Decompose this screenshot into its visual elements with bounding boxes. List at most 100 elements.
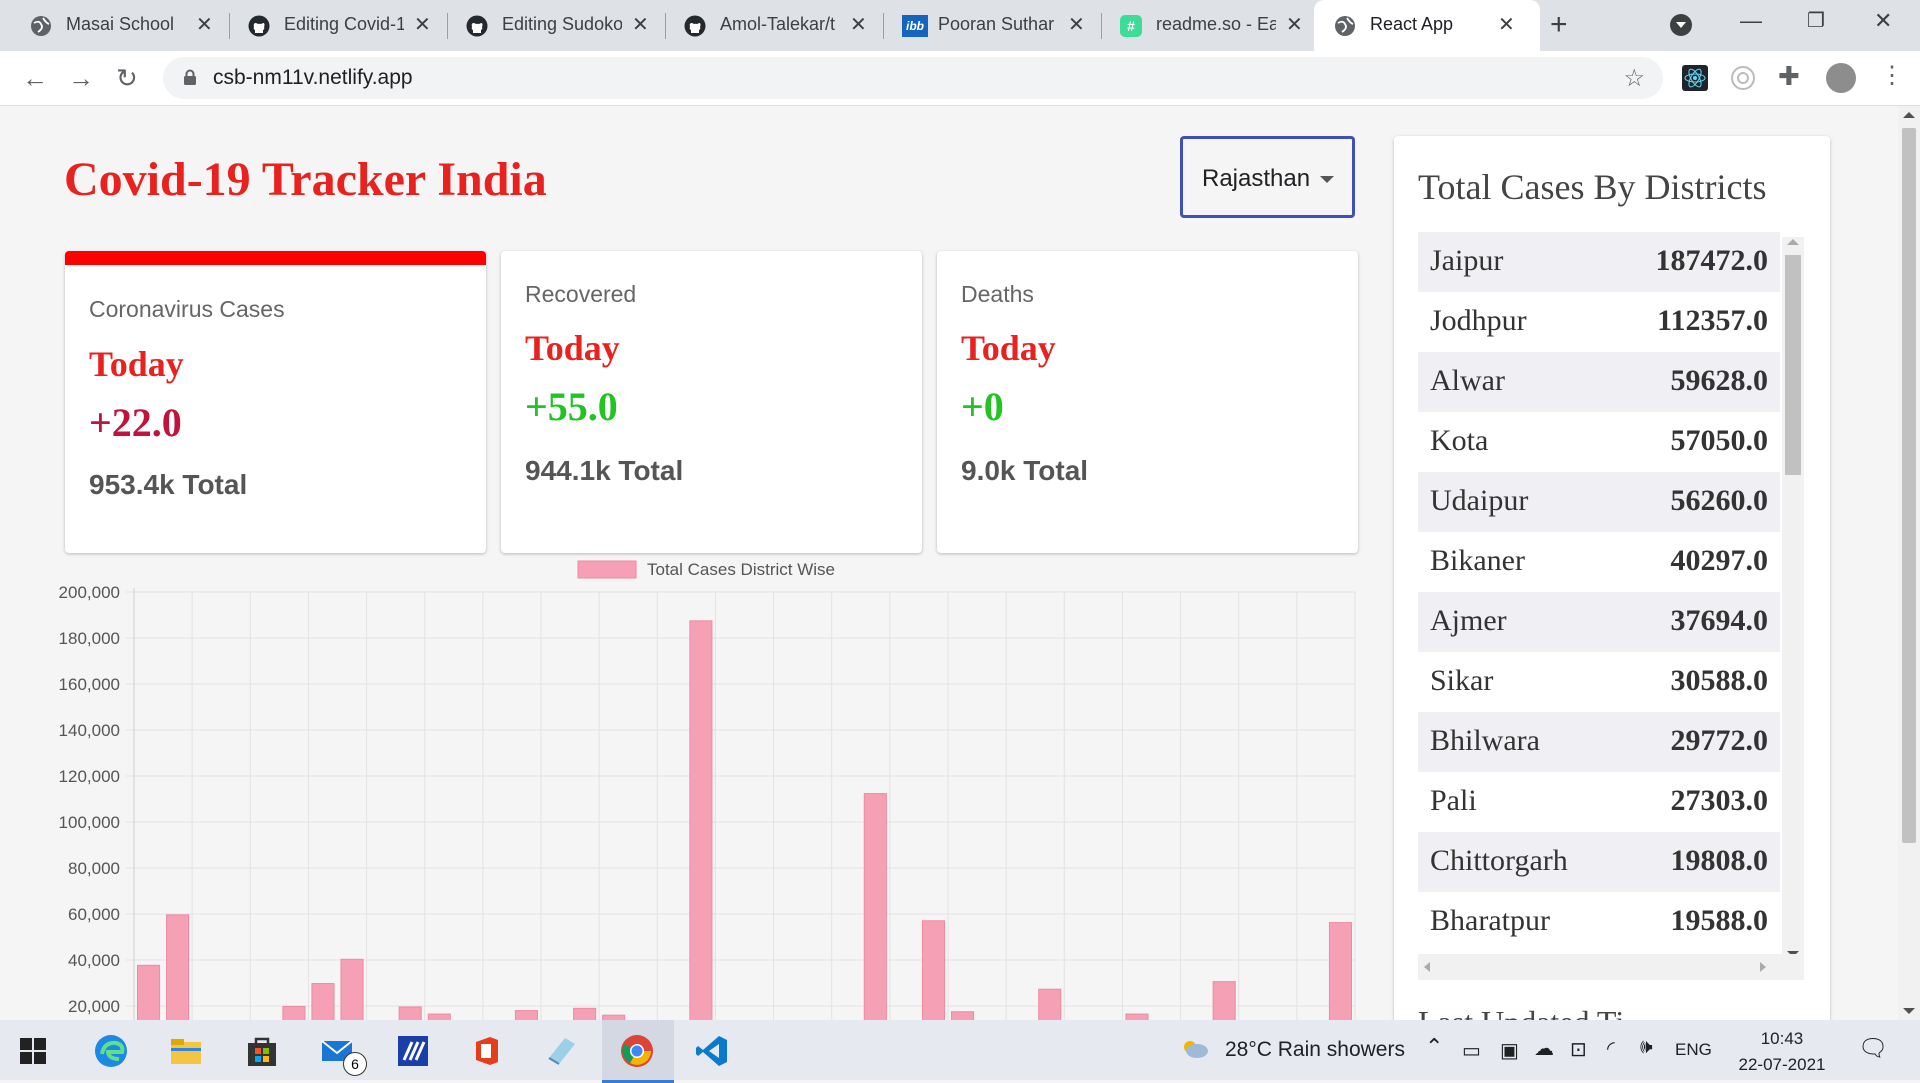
- url-text[interactable]: csb-nm11v.netlify.app: [213, 66, 413, 90]
- scroll-up-icon[interactable]: [1903, 112, 1915, 118]
- chart-bar[interactable]: [166, 914, 190, 1020]
- chart-bar[interactable]: [689, 620, 713, 1020]
- chart-bar[interactable]: [136, 964, 161, 1020]
- scroll-up-icon[interactable]: [1787, 239, 1799, 245]
- district-row: Alwar 59628.0: [1418, 352, 1780, 412]
- chart-bar[interactable]: [950, 1011, 975, 1020]
- card-total: 953.4k Total: [89, 469, 248, 500]
- state-select[interactable]: Rajasthan: [1180, 136, 1355, 218]
- tab-react-app[interactable]: React App ✕: [1314, 0, 1540, 51]
- districts-panel: Total Cases By Districts Jaipur 187472.0 J…: [1394, 136, 1830, 1020]
- district-row: Kota 57050.0: [1418, 412, 1780, 472]
- district-row: Pali 27303.0: [1418, 772, 1780, 832]
- y-tick-label: 20,000: [68, 997, 120, 1016]
- tab-close-icon[interactable]: ✕: [850, 12, 867, 37]
- districts-table[interactable]: Jaipur 187472.0 Jodhpur 112357.0 Alwar 59628.…: [1418, 232, 1780, 952]
- card-today-value: +22.0: [89, 400, 182, 445]
- chevron-up-icon[interactable]: ⌃: [1425, 1034, 1443, 1060]
- chart-bar[interactable]: [311, 983, 335, 1020]
- card-total: 9.0k Total: [961, 455, 1089, 486]
- deaths-card: Deaths Today +0 9.0k Total: [937, 251, 1358, 553]
- tab-close-icon[interactable]: ✕: [1286, 12, 1303, 37]
- district-name: Kota: [1430, 424, 1489, 457]
- scroll-down-icon[interactable]: [1903, 1008, 1915, 1014]
- tab-editing-covid[interactable]: Editing Covid-1 ✕: [218, 0, 448, 51]
- profile-avatar[interactable]: [1826, 63, 1856, 93]
- windows-start-icon[interactable]: [20, 1038, 46, 1064]
- districts-vertical-scrollbar[interactable]: [1782, 237, 1804, 959]
- tab-close-icon[interactable]: ✕: [632, 12, 649, 37]
- scroll-left-icon[interactable]: [1424, 962, 1430, 972]
- reload-icon[interactable]: ↻: [116, 63, 138, 94]
- tab-label: Masai School: [66, 14, 175, 34]
- bookmark-star-icon[interactable]: ☆: [1623, 64, 1645, 93]
- system-clock[interactable]: 10:43 22-07-2021: [1735, 1026, 1829, 1078]
- y-tick-label: 160,000: [59, 675, 120, 694]
- chart-bar[interactable]: [921, 920, 946, 1020]
- device-icon[interactable]: ▣: [1500, 1038, 1519, 1063]
- edge-icon[interactable]: [94, 1034, 128, 1068]
- notes-app-icon[interactable]: [545, 1034, 579, 1068]
- chart-bar[interactable]: [282, 1005, 306, 1020]
- store-icon[interactable]: [245, 1034, 279, 1068]
- tab-close-icon[interactable]: ✕: [1498, 12, 1515, 37]
- meet-now-icon[interactable]: ⊡: [1570, 1037, 1587, 1062]
- back-icon[interactable]: ←: [22, 63, 48, 94]
- react-devtools-icon[interactable]: [1682, 65, 1708, 91]
- remote-app-icon[interactable]: [396, 1034, 430, 1068]
- tab-search-icon[interactable]: [1670, 14, 1692, 36]
- state-select-value: Rajasthan: [1202, 165, 1311, 192]
- mail-badge: 6: [343, 1052, 367, 1076]
- file-explorer-icon[interactable]: [169, 1034, 203, 1068]
- scroll-right-icon[interactable]: [1760, 962, 1766, 972]
- tab-amol-talekar[interactable]: Amol-Talekar/t ✕: [654, 0, 884, 51]
- window-close-icon[interactable]: ✕: [1874, 8, 1892, 34]
- page-scrollbar[interactable]: [1898, 106, 1920, 1020]
- extension-circle-icon[interactable]: [1730, 65, 1756, 91]
- tab-editing-sudoko[interactable]: Editing Sudoko ✕: [436, 0, 666, 51]
- weather-cloud-icon[interactable]: [1180, 1038, 1210, 1062]
- chart-bar[interactable]: [573, 1007, 597, 1020]
- chart-bar[interactable]: [1212, 981, 1236, 1020]
- tab-close-icon[interactable]: ✕: [1068, 12, 1085, 37]
- tab-masai-school[interactable]: Masai School ✕: [0, 0, 230, 51]
- y-tick-label: 120,000: [59, 767, 120, 786]
- menu-kebab-icon[interactable]: ⋮: [1880, 61, 1904, 90]
- globe-icon: [1335, 16, 1355, 36]
- chart-bar[interactable]: [1328, 922, 1353, 1020]
- card-total: 944.1k Total: [525, 455, 684, 486]
- chart-bar[interactable]: [398, 1006, 422, 1020]
- district-name: Udaipur: [1430, 484, 1529, 517]
- battery-icon[interactable]: ▭: [1462, 1038, 1481, 1063]
- tab-pooran-suthar[interactable]: ibb Pooran Suthar ✕: [872, 0, 1102, 51]
- page-title: Covid-19 Tracker India: [64, 153, 547, 206]
- minimize-icon[interactable]: —: [1740, 8, 1762, 34]
- tab-close-icon[interactable]: ✕: [414, 12, 431, 37]
- districts-panel-title: Total Cases By Districts: [1418, 167, 1767, 207]
- new-tab-icon[interactable]: +: [1550, 8, 1568, 42]
- volume-icon[interactable]: 🕪: [1640, 1036, 1653, 1059]
- language-indicator[interactable]: ENG: [1675, 1040, 1712, 1060]
- address-bar[interactable]: csb-nm11v.netlify.app ☆: [163, 57, 1663, 99]
- weather-text[interactable]: 28°C Rain showers: [1225, 1038, 1405, 1062]
- district-name: Bikaner: [1430, 544, 1525, 577]
- district-value: 59628.0: [1670, 364, 1769, 397]
- wifi-icon[interactable]: ◜: [1607, 1036, 1615, 1061]
- forward-icon[interactable]: →: [68, 63, 94, 94]
- districts-horizontal-scrollbar[interactable]: [1418, 954, 1804, 980]
- chart-bar[interactable]: [863, 793, 887, 1020]
- vscode-icon[interactable]: [695, 1034, 729, 1068]
- tab-readme-so[interactable]: # readme.so - Ea ✕: [1090, 0, 1320, 51]
- onedrive-cloud-icon[interactable]: ☁: [1534, 1036, 1554, 1061]
- chart-bar[interactable]: [1038, 988, 1062, 1020]
- office-icon[interactable]: [470, 1034, 504, 1068]
- scrollbar-thumb[interactable]: [1785, 255, 1801, 475]
- chart-bar[interactable]: [340, 958, 364, 1020]
- chrome-icon[interactable]: [620, 1034, 654, 1068]
- extensions-puzzle-icon[interactable]: ✚: [1778, 61, 1800, 92]
- notifications-icon[interactable]: 🗨: [1858, 1034, 1888, 1063]
- restore-icon[interactable]: ❐: [1807, 8, 1825, 33]
- page-scrollbar-thumb[interactable]: [1902, 128, 1916, 843]
- tab-close-icon[interactable]: ✕: [196, 12, 213, 37]
- chart-bar[interactable]: [514, 1010, 539, 1020]
